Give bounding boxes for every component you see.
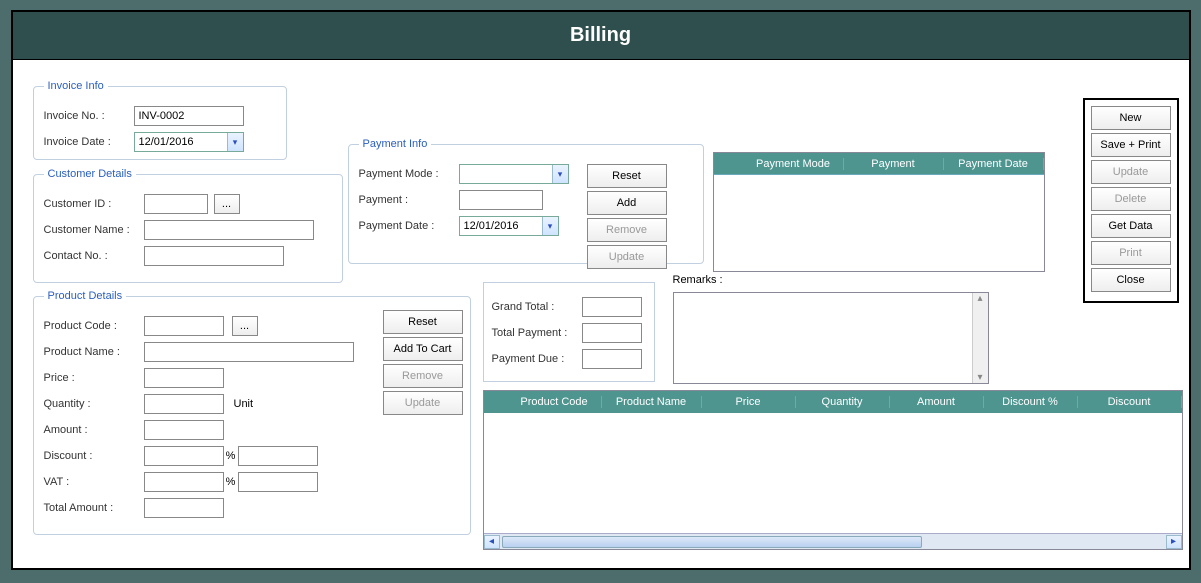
total-payment-field[interactable] xyxy=(582,323,642,343)
new-button[interactable]: New xyxy=(1091,106,1171,130)
customer-id-field[interactable] xyxy=(144,194,208,214)
customer-id-label: Customer ID : xyxy=(44,198,144,210)
chevron-down-icon: ▾ xyxy=(977,372,982,383)
chevron-down-icon: ▾ xyxy=(552,165,568,183)
discount-amount-field[interactable] xyxy=(238,446,318,466)
get-data-button[interactable]: Get Data xyxy=(1091,214,1171,238)
price-label: Price : xyxy=(44,372,144,384)
scrollbar-thumb[interactable] xyxy=(502,536,922,548)
customer-name-field[interactable] xyxy=(144,220,314,240)
horizontal-scrollbar[interactable]: ◂ ▸ xyxy=(484,533,1182,549)
chevron-down-icon: ▾ xyxy=(542,217,558,235)
grid-header: Quantity xyxy=(796,396,890,408)
add-to-cart-button[interactable]: Add To Cart xyxy=(383,337,463,361)
invoice-date-label: Invoice Date : xyxy=(44,136,134,148)
quantity-field[interactable] xyxy=(144,394,224,414)
close-button[interactable]: Close xyxy=(1091,268,1171,292)
grand-total-field[interactable] xyxy=(582,297,642,317)
chevron-up-icon: ▴ xyxy=(977,293,982,304)
payment-update-button[interactable]: Update xyxy=(587,245,667,269)
payment-info-group: Payment Info Payment Mode : ▾ Payment : … xyxy=(348,138,704,264)
payment-date-label: Payment Date : xyxy=(359,220,459,232)
price-field[interactable] xyxy=(144,368,224,388)
product-code-label: Product Code : xyxy=(44,320,144,332)
product-update-button[interactable]: Update xyxy=(383,391,463,415)
payment-mode-select[interactable]: ▾ xyxy=(459,164,569,184)
amount-field[interactable] xyxy=(144,420,224,440)
grid-header: Product Code xyxy=(508,396,602,408)
payment-table-header: Payment xyxy=(844,158,944,170)
chevron-down-icon: ▾ xyxy=(227,133,243,151)
payment-due-label: Payment Due : xyxy=(492,353,582,365)
total-payment-label: Total Payment : xyxy=(492,327,582,339)
total-amount-field[interactable] xyxy=(144,498,224,518)
customer-legend: Customer Details xyxy=(44,168,136,180)
customer-browse-button[interactable]: ... xyxy=(214,194,240,214)
payment-table-header: Payment Date xyxy=(944,158,1044,170)
contact-no-label: Contact No. : xyxy=(44,250,144,262)
invoice-legend: Invoice Info xyxy=(44,80,108,92)
save-print-button[interactable]: Save + Print xyxy=(1091,133,1171,157)
invoice-no-field[interactable] xyxy=(134,106,244,126)
customer-name-label: Customer Name : xyxy=(44,224,144,236)
chevron-left-icon: ◂ xyxy=(484,535,500,549)
delete-button[interactable]: Delete xyxy=(1091,187,1171,211)
payment-due-field[interactable] xyxy=(582,349,642,369)
unit-label: Unit xyxy=(234,398,254,410)
total-amount-label: Total Amount : xyxy=(44,502,144,514)
payment-legend: Payment Info xyxy=(359,138,432,150)
product-grid[interactable]: Product Code Product Name Price Quantity… xyxy=(483,390,1183,550)
product-legend: Product Details xyxy=(44,290,127,302)
payment-table-header: Payment Mode xyxy=(744,158,844,170)
payment-reset-button[interactable]: Reset xyxy=(587,164,667,188)
discount-label: Discount : xyxy=(44,450,144,462)
payment-add-button[interactable]: Add xyxy=(587,191,667,215)
invoice-date-picker[interactable]: 12/01/2016▾ xyxy=(134,132,244,152)
product-name-label: Product Name : xyxy=(44,346,144,358)
grid-header: Product Name xyxy=(602,396,702,408)
payment-table[interactable]: Payment Mode Payment Payment Date xyxy=(713,152,1045,272)
product-code-field[interactable] xyxy=(144,316,224,336)
vat-pct-label: % xyxy=(224,476,238,488)
remarks-label: Remarks : xyxy=(673,274,723,286)
grid-header: Discount % xyxy=(984,396,1078,408)
quantity-label: Quantity : xyxy=(44,398,144,410)
vat-field[interactable] xyxy=(144,472,224,492)
vat-label: VAT : xyxy=(44,476,144,488)
chevron-right-icon: ▸ xyxy=(1166,535,1182,549)
discount-field[interactable] xyxy=(144,446,224,466)
payment-label: Payment : xyxy=(359,194,459,206)
vat-amount-field[interactable] xyxy=(238,472,318,492)
payment-remove-button[interactable]: Remove xyxy=(587,218,667,242)
print-button[interactable]: Print xyxy=(1091,241,1171,265)
payment-date-picker[interactable]: 12/01/2016▾ xyxy=(459,216,559,236)
payment-mode-label: Payment Mode : xyxy=(359,168,459,180)
page-title: Billing xyxy=(13,12,1189,60)
grand-total-label: Grand Total : xyxy=(492,301,582,313)
payment-field[interactable] xyxy=(459,190,543,210)
action-panel: New Save + Print Update Delete Get Data … xyxy=(1083,98,1179,303)
product-name-field[interactable] xyxy=(144,342,354,362)
update-button[interactable]: Update xyxy=(1091,160,1171,184)
grid-header: Amount xyxy=(890,396,984,408)
amount-label: Amount : xyxy=(44,424,144,436)
invoice-no-label: Invoice No. : xyxy=(44,110,134,122)
totals-panel: Grand Total : Total Payment : Payment Du… xyxy=(483,282,655,382)
invoice-info-group: Invoice Info Invoice No. : Invoice Date … xyxy=(33,80,287,160)
contact-no-field[interactable] xyxy=(144,246,284,266)
product-remove-button[interactable]: Remove xyxy=(383,364,463,388)
discount-pct-label: % xyxy=(224,450,238,462)
scrollbar[interactable]: ▴▾ xyxy=(972,293,988,383)
product-reset-button[interactable]: Reset xyxy=(383,310,463,334)
remarks-textarea[interactable]: ▴▾ xyxy=(673,292,989,384)
customer-details-group: Customer Details Customer ID : ... Custo… xyxy=(33,168,343,283)
grid-header: Discount xyxy=(1078,396,1182,408)
product-browse-button[interactable]: ... xyxy=(232,316,258,336)
grid-header: Price xyxy=(702,396,796,408)
